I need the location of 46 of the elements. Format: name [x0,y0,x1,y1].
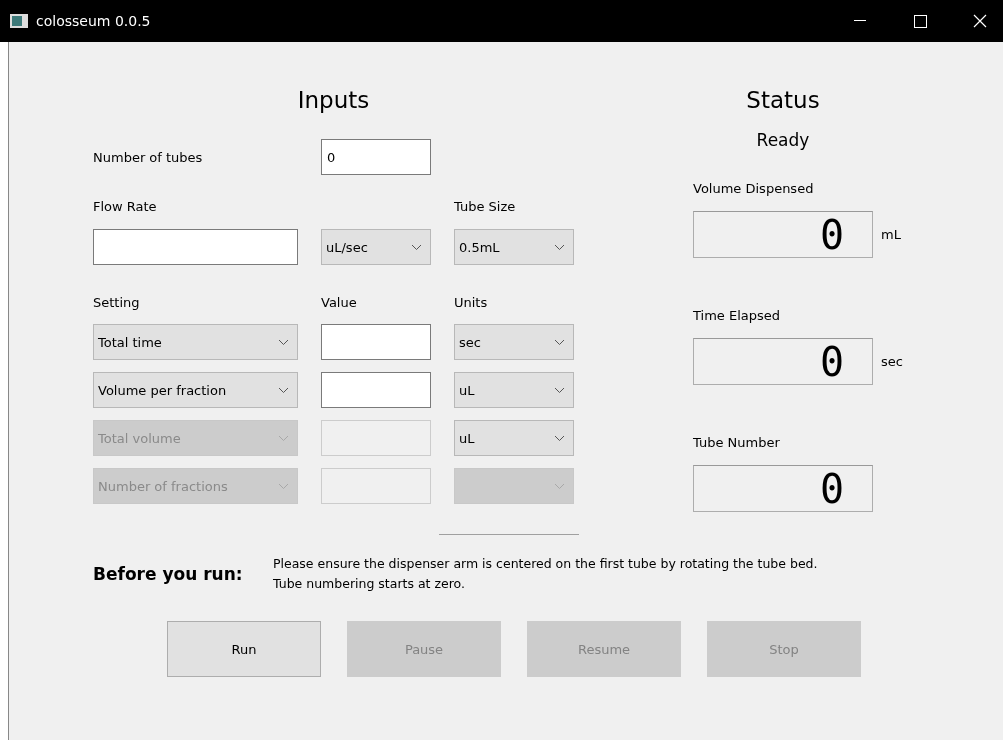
units-dropdown[interactable]: uL [454,420,574,456]
action-button[interactable]: Run [167,621,321,677]
units-dropdown[interactable]: sec [454,324,574,360]
field-label: Number of tubes [93,149,204,165]
caret-icon [411,243,422,251]
close-icon [973,14,987,28]
caret-icon [278,338,289,346]
caret-icon [278,386,289,394]
caret-icon [554,482,565,490]
caret-icon [278,434,289,442]
unit-label: sec [881,354,903,369]
flow-rate-field[interactable] [93,229,298,265]
readout-label: Volume Dispensed [693,180,815,198]
notice-heading: Before you run: [93,564,244,584]
tube-size-dropdown[interactable]: 0.5mL [454,229,574,265]
window-title: colosseum 0.0.5 [36,13,152,29]
setting-dropdown[interactable]: Total time [93,324,298,360]
units-dropdown[interactable]: uL [454,372,574,408]
notice-text: Please ensure the dispenser arm is centered on the first tube by rotating the tube bed. Tube numbering starts at zero. [273,555,818,593]
column-label: Units [454,294,489,310]
unit-label: mL [881,227,901,242]
value-field[interactable] [321,372,431,408]
column-label: Setting [93,294,141,310]
value-field[interactable] [321,324,431,360]
column-label: Value [321,294,358,310]
flow-unit-dropdown[interactable]: uL/sec [321,229,431,265]
status-text: Ready [755,129,811,152]
status-heading: Status [745,86,821,115]
caret-icon [554,386,565,394]
setting-dropdown[interactable]: Volume per fraction [93,372,298,408]
readout-label: Time Elapsed [693,307,781,325]
maximize-icon [913,14,927,28]
lcd-display: 0 [693,338,873,385]
inputs-heading: Inputs [296,86,371,115]
lcd-display: 0 [693,211,873,258]
field-label: Flow Rate [93,198,158,214]
minimize-icon [854,20,866,22]
caret-icon [278,482,289,490]
number-of-tubes-field[interactable]: 0 [321,139,431,175]
caret-icon [554,434,565,442]
lcd-display: 0 [693,465,873,512]
caret-icon [554,243,565,251]
caret-icon [554,338,565,346]
app-icon [10,14,28,28]
readout-label: Tube Number [693,434,781,452]
field-label: Tube Size [454,198,517,214]
